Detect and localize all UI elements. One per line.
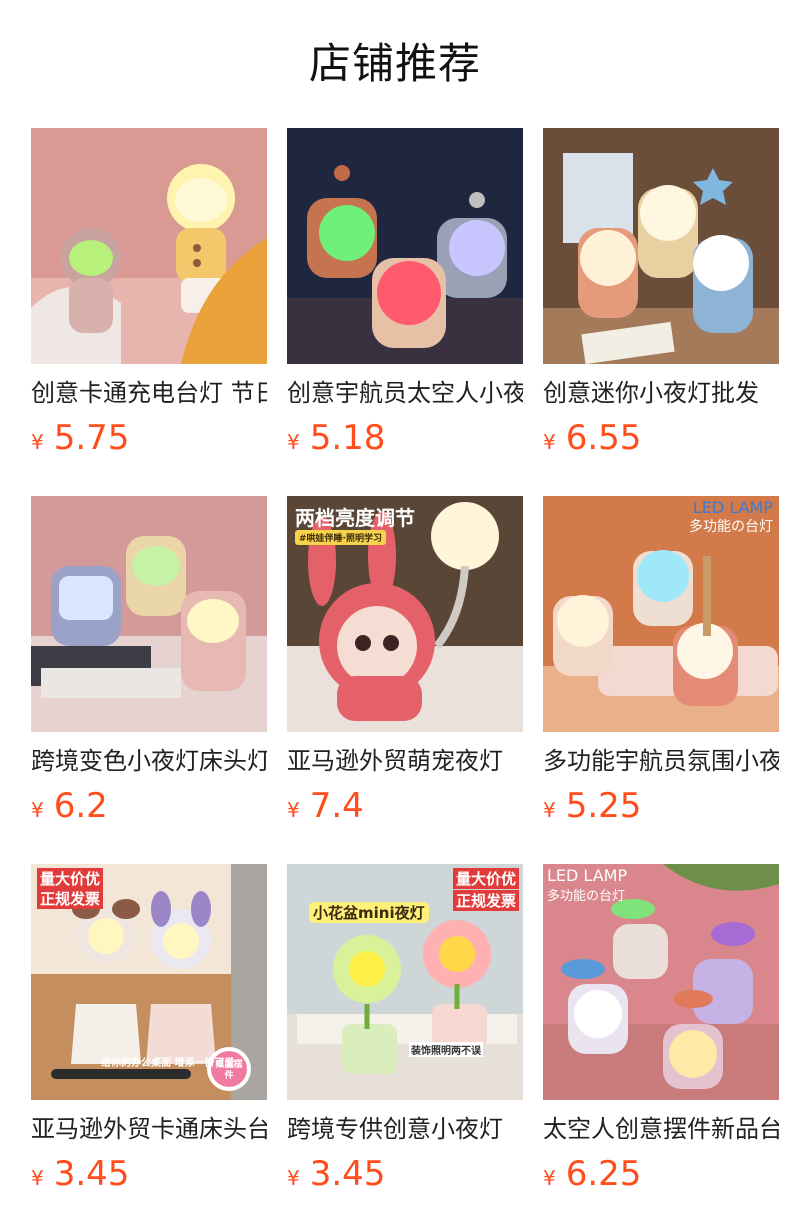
price-amount: 7.4	[309, 786, 364, 826]
price-amount: 3.45	[53, 1154, 130, 1194]
product-card[interactable]: 创意宇航员太空人小夜灯 ¥5.18	[287, 128, 523, 463]
product-card[interactable]: LED LAMP 多功能の台灯 多功能宇航员氛围小夜灯 ¥5.25	[543, 496, 779, 831]
product-image[interactable]	[31, 128, 267, 364]
currency-symbol: ¥	[287, 798, 300, 822]
product-price: ¥6.25	[543, 1154, 779, 1200]
currency-symbol: ¥	[287, 430, 300, 454]
product-name[interactable]: 创意宇航员太空人小夜灯	[287, 378, 523, 408]
product-image[interactable]: 两档亮度调节 #哄娃伴睡·照明学习	[287, 496, 523, 732]
currency-symbol: ¥	[31, 798, 44, 822]
image-sub: 多功能の台灯	[689, 519, 773, 535]
price-amount: 5.25	[565, 786, 642, 826]
price-amount: 3.45	[309, 1154, 386, 1194]
product-name[interactable]: 创意迷你小夜灯批发	[543, 378, 779, 408]
product-card[interactable]: 跨境变色小夜灯床头灯 ¥6.2	[31, 496, 267, 831]
product-name[interactable]: 亚马逊外贸萌宠夜灯	[287, 746, 523, 776]
product-card[interactable]: 量大价优 正规发票 给你的办公桌面 增添一份可爱 桌面摆件 亚马逊外贸卡通床头台…	[31, 864, 267, 1199]
badge-invoice: 正规发票	[452, 890, 519, 911]
currency-symbol: ¥	[287, 1166, 300, 1190]
badge-bulk: 量大价优	[37, 868, 104, 889]
image-headline: 两档亮度调节	[295, 506, 415, 530]
badge-bulk: 量大价优	[452, 868, 519, 889]
product-image[interactable]: 量大价优 正规发票 小花盆mini夜灯 装饰照明两不误	[287, 864, 523, 1100]
currency-symbol: ¥	[543, 798, 556, 822]
product-grid: 创意卡通充电台灯 节日礼物 ¥5.75 创意宇航员太空人小夜灯 ¥5.18	[31, 128, 779, 1199]
product-image[interactable]	[287, 128, 523, 364]
product-price: ¥6.2	[31, 786, 267, 832]
price-amount: 6.25	[565, 1154, 642, 1194]
product-card[interactable]: LED LAMP 多功能の台灯 太空人创意摆件新品台灯 ¥6.25	[543, 864, 779, 1199]
product-image[interactable]: LED LAMP 多功能の台灯	[543, 864, 779, 1100]
product-name[interactable]: 跨境专供创意小夜灯	[287, 1114, 523, 1144]
image-headline: LED LAMP	[692, 498, 773, 517]
product-name[interactable]: 亚马逊外贸卡通床头台灯	[31, 1114, 267, 1144]
badge-invoice: 正规发票	[37, 888, 104, 909]
currency-symbol: ¥	[543, 1166, 556, 1190]
product-image[interactable]	[543, 128, 779, 364]
product-card[interactable]: 创意卡通充电台灯 节日礼物 ¥5.75	[31, 128, 267, 463]
image-tag: #哄娃伴睡·照明学习	[295, 530, 386, 545]
product-price: ¥5.75	[31, 418, 267, 464]
currency-symbol: ¥	[543, 430, 556, 454]
product-card[interactable]: 创意迷你小夜灯批发 ¥6.55	[543, 128, 779, 463]
product-price: ¥3.45	[31, 1154, 267, 1200]
image-caption: 装饰照明两不误	[409, 1042, 483, 1057]
product-image[interactable]: 量大价优 正规发票 给你的办公桌面 增添一份可爱 桌面摆件	[31, 864, 267, 1100]
product-price: ¥6.55	[543, 418, 779, 464]
price-amount: 5.75	[53, 418, 130, 458]
image-sticker: 桌面摆件	[215, 1060, 243, 1081]
price-amount: 6.55	[565, 418, 642, 458]
price-amount: 5.18	[309, 418, 386, 458]
page-title: 店铺推荐	[308, 39, 481, 88]
product-image[interactable]	[31, 496, 267, 732]
image-headline: 小花盆mini夜灯	[309, 902, 429, 923]
product-price: ¥5.18	[287, 418, 523, 464]
product-price: ¥7.4	[287, 786, 523, 832]
product-name[interactable]: 创意卡通充电台灯 节日礼物	[31, 378, 267, 408]
product-price: ¥5.25	[543, 786, 779, 832]
product-card[interactable]: 两档亮度调节 #哄娃伴睡·照明学习 亚马逊外贸萌宠夜灯 ¥7.4	[287, 496, 523, 831]
product-name[interactable]: 太空人创意摆件新品台灯	[543, 1114, 779, 1144]
product-card[interactable]: 量大价优 正规发票 小花盆mini夜灯 装饰照明两不误 跨境专供创意小夜灯 ¥3…	[287, 864, 523, 1199]
image-headline: LED LAMP	[547, 866, 628, 885]
product-name[interactable]: 多功能宇航员氛围小夜灯	[543, 746, 779, 776]
image-sub: 多功能の台灯	[547, 889, 626, 904]
product-name[interactable]: 跨境变色小夜灯床头灯	[31, 746, 267, 776]
currency-symbol: ¥	[31, 430, 44, 454]
price-amount: 6.2	[53, 786, 108, 826]
product-price: ¥3.45	[287, 1154, 523, 1200]
currency-symbol: ¥	[31, 1166, 44, 1190]
product-image[interactable]: LED LAMP 多功能の台灯	[543, 496, 779, 732]
